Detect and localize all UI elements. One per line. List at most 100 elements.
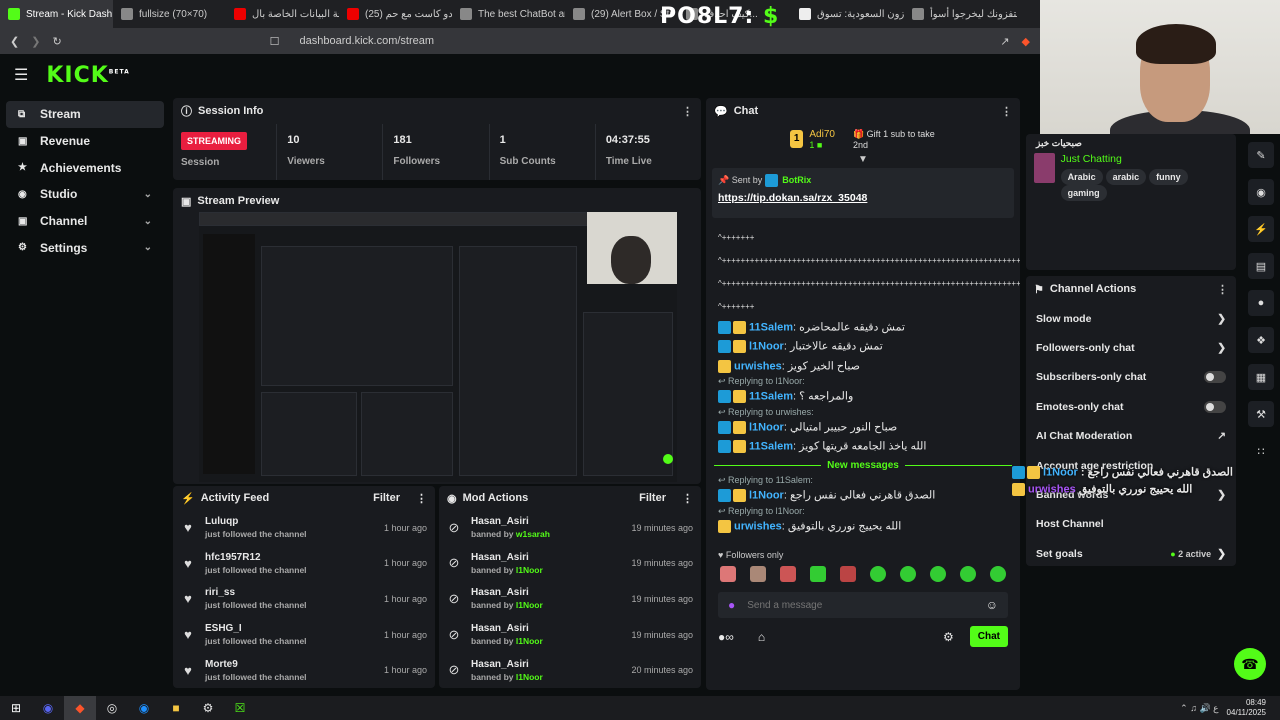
bolt-icon[interactable]: ⚡ [1248, 216, 1274, 242]
obs-icon[interactable]: ◎ [96, 696, 128, 720]
chat-username[interactable]: l1Noor [749, 490, 784, 502]
chat-username[interactable]: 11Salem [749, 440, 793, 452]
chat-username[interactable]: urwishes [734, 520, 782, 532]
browser-tab[interactable]: The best ChatBot and [452, 0, 565, 28]
activity-row[interactable]: ♥ ESHG_I just followed the channel 1 hour a… [173, 617, 435, 653]
toggle-switch[interactable] [1204, 371, 1226, 384]
chat-message[interactable]: l1Noor: الصدق قاهرني فعالي نفس راجع [706, 486, 1020, 505]
channel-action-host-channel[interactable]: Host Channel [1026, 510, 1236, 539]
pinned-message[interactable]: 📌 Sent by BotRix https://tip.dokan.sa/rz… [712, 168, 1014, 218]
document-icon[interactable]: ▤ [1248, 253, 1274, 279]
channel-action-subscribers-only-chat[interactable]: Subscribers-only chat [1026, 363, 1236, 392]
emote-picker-icon[interactable]: ●∞ [718, 630, 734, 644]
chat-message[interactable]: 11Salem: تمش دقيقه عالمحاضره [706, 318, 1020, 337]
filter-button[interactable]: Filter [373, 492, 400, 504]
chat-message[interactable]: 11Salem: الله ياخذ الجامعه قريتها كويز [706, 437, 1020, 456]
chat-username[interactable]: urwishes [734, 360, 782, 372]
clock[interactable]: 08:49 04/11/2025 [1227, 698, 1280, 718]
edge-icon[interactable]: ◉ [128, 696, 160, 720]
broadcast-icon[interactable]: ❖ [1248, 327, 1274, 353]
store-icon[interactable]: ⌂ [758, 630, 765, 644]
mod-action-row[interactable]: ⊘ Hasan_Asiri banned by w1sarah 19 minutes … [439, 510, 701, 546]
sidebar-item-studio[interactable]: ◉ Studio ⌄ [6, 181, 164, 208]
browser-tab[interactable]: لوحة البيانات الخاصة بال [226, 0, 339, 28]
windows-start-icon[interactable]: ⊞ [0, 696, 32, 720]
url-text[interactable]: dashboard.kick.com/stream [300, 35, 989, 47]
browser-tab[interactable]: أمازون السعودية: تسوق [791, 0, 904, 28]
channel-action-set-goals[interactable]: Set goals ● 2 active ❯ [1026, 539, 1236, 568]
folder-icon[interactable]: ■ [160, 696, 192, 720]
mod-action-row[interactable]: ⊘ Hasan_Asiri banned by l1Noor 20 minutes a… [439, 652, 701, 688]
tag-chip[interactable]: funny [1149, 169, 1188, 185]
reply-context[interactable]: ↩ Replying to l1Noor: [706, 376, 1020, 387]
gift-button[interactable]: 🎁 Gift 1 sub to take 2nd [853, 129, 936, 150]
sidebar-item-achievements[interactable]: ★ Achievements [6, 154, 164, 181]
reload-icon[interactable]: ↻ [52, 35, 61, 48]
reply-context[interactable]: ↩ Replying to urwishes: [706, 407, 1020, 418]
back-icon[interactable]: ❮ [10, 35, 19, 48]
stream-preview-video[interactable] [199, 212, 677, 482]
apps-icon[interactable]: ∷ [1248, 438, 1274, 464]
help-fab[interactable]: ☎ [1234, 648, 1266, 680]
kebab-icon[interactable]: ⋮ [682, 492, 693, 505]
activity-row[interactable]: ♥ Luluqp just followed the channel 1 hour a… [173, 510, 435, 546]
channel-action-ai-chat-moderation[interactable]: AI Chat Moderation ↗ [1026, 422, 1236, 451]
chat-username[interactable]: 11Salem [749, 321, 793, 333]
system-tray[interactable]: ⌃ ♫ 🔊 ع [1180, 703, 1226, 714]
chat-message[interactable]: urwishes: الله يحييج نورري بالتوفيق [706, 517, 1020, 536]
menu-icon[interactable]: ☰ [14, 65, 28, 85]
sidebar-item-settings[interactable]: ⚙ Settings ⌄ [6, 234, 164, 261]
category-link[interactable]: Just Chatting [1061, 153, 1228, 165]
browser-tab[interactable]: (25) برودو كاست مع حم [339, 0, 452, 28]
chat-message[interactable]: urwishes: صباح الخير كويز [706, 357, 1020, 376]
sidebar-item-stream[interactable]: ⧉ Stream [6, 101, 164, 128]
pinned-link[interactable]: https://tip.dokan.sa/rzx_35048 [718, 192, 1008, 204]
chat-message[interactable]: l1Noor: صباح النور حبيبر امتيالي [706, 418, 1020, 437]
sidebar-item-revenue[interactable]: ▣ Revenue [6, 128, 164, 155]
activity-row[interactable]: ♥ hfc1957R12 just followed the channel 1 ho… [173, 546, 435, 582]
sidebar-item-channel[interactable]: ▣ Channel ⌄ [6, 208, 164, 235]
chat-username[interactable]: 11Salem [749, 391, 793, 403]
chat-input[interactable] [747, 599, 974, 611]
activity-row[interactable]: ♥ Morte9 just followed the channel 1 hour a… [173, 652, 435, 688]
mod-action-row[interactable]: ⊘ Hasan_Asiri banned by l1Noor 19 minutes a… [439, 581, 701, 617]
xbox-icon[interactable]: ☒ [224, 696, 256, 720]
tag-chip[interactable]: Arabic [1060, 169, 1103, 185]
tag-chip[interactable]: gaming [1060, 185, 1107, 201]
kick-logo[interactable]: KICKBETA [46, 63, 129, 88]
filter-button[interactable]: Filter [639, 492, 666, 504]
channel-action-emotes-only-chat[interactable]: Emotes-only chat [1026, 392, 1236, 421]
reply-context[interactable]: ↩ Replying to 11Salem: [706, 475, 1020, 486]
kebab-icon[interactable]: ⋮ [1217, 283, 1228, 296]
message-icon[interactable]: ● [1248, 290, 1274, 316]
settings-app-icon[interactable]: ⚙ [192, 696, 224, 720]
chat-message[interactable]: l1Noor: تمش دقيقه عالاختبار [706, 337, 1020, 356]
discord-icon[interactable]: ◉ [32, 696, 64, 720]
new-messages-divider[interactable]: New messages [706, 456, 1020, 475]
chat-username[interactable]: l1Noor [749, 421, 784, 433]
share-icon[interactable]: ↗ [1000, 35, 1009, 48]
browser-tab[interactable]: Stream - Kick Dash [0, 0, 113, 28]
chat-send-button[interactable]: Chat [969, 626, 1008, 648]
mod-action-row[interactable]: ⊘ Hasan_Asiri banned by l1Noor 19 minutes a… [439, 546, 701, 582]
tag-chip[interactable]: arabic [1105, 169, 1147, 185]
camera-icon[interactable]: ◉ [1248, 179, 1274, 205]
settings-icon[interactable]: ⚙ [943, 630, 954, 644]
browser-tab[interactable]: يستفزونك ليخرجوا أسوأ [904, 0, 1017, 28]
emoji-icon[interactable]: ☺ [986, 598, 998, 612]
mic-icon[interactable]: ● [728, 598, 735, 612]
layout-icon[interactable]: ▦ [1248, 364, 1274, 390]
browser-tab[interactable]: fullsize (70×70) [113, 0, 226, 28]
reply-context[interactable]: ↩ Replying to l1Noor: [706, 506, 1020, 517]
brave-icon[interactable]: ◆ [64, 696, 96, 720]
brave-shield-icon[interactable]: ◆ [1022, 35, 1030, 48]
kebab-icon[interactable]: ⋮ [416, 492, 427, 505]
collapse-icon[interactable]: ▼ [706, 154, 1020, 166]
activity-row[interactable]: ♥ riri_ss just followed the channel 1 hour … [173, 581, 435, 617]
bookmark-icon[interactable]: ☐ [270, 35, 280, 48]
pencil-icon[interactable]: ✎ [1248, 142, 1274, 168]
wrench-icon[interactable]: ⚒ [1248, 401, 1274, 427]
toggle-switch[interactable] [1204, 400, 1226, 413]
kebab-icon[interactable]: ⋮ [682, 105, 693, 118]
forward-icon[interactable]: ❯ [31, 35, 40, 48]
